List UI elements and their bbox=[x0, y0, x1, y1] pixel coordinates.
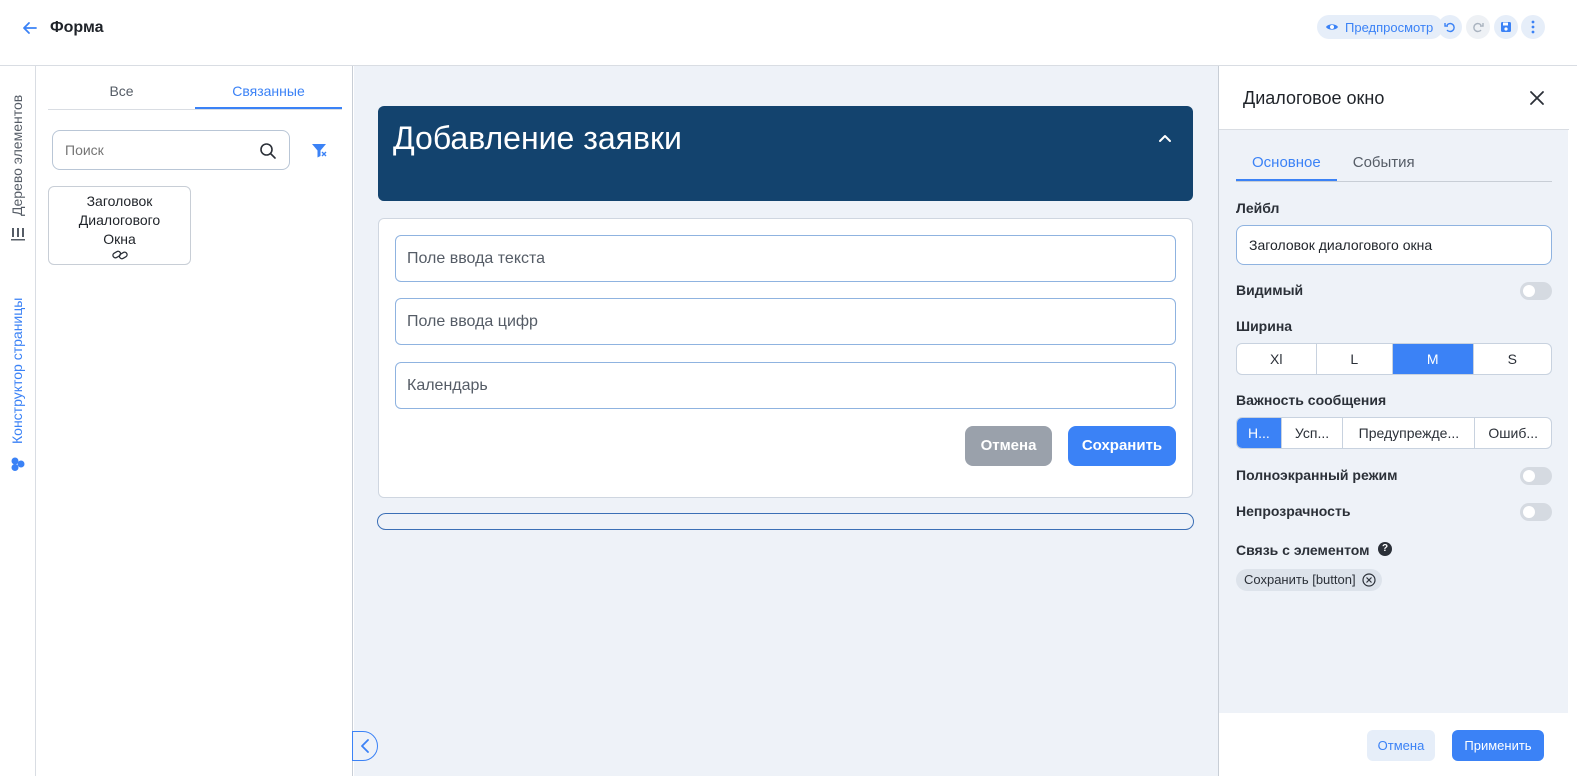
floppy-icon bbox=[1501, 22, 1511, 32]
search-input[interactable] bbox=[65, 142, 245, 158]
linked-element-chip: Сохранить [button] bbox=[1236, 569, 1382, 591]
fullscreen-label: Полноэкранный режим bbox=[1236, 467, 1398, 483]
width-option-xl[interactable]: Xl bbox=[1237, 344, 1317, 374]
element-card-dialog-header[interactable]: Заголовок Диалогового Окна bbox=[48, 186, 191, 265]
search-icon[interactable] bbox=[259, 142, 277, 160]
close-icon[interactable] bbox=[1529, 90, 1545, 106]
redo-button[interactable] bbox=[1466, 15, 1490, 39]
link-label: Связь с элементом bbox=[1236, 542, 1370, 558]
label-input[interactable]: Заголовок диалогового окна bbox=[1236, 225, 1552, 265]
back-arrow-icon[interactable] bbox=[20, 18, 40, 38]
linked-element-label: Сохранить [button] bbox=[1244, 572, 1356, 587]
visible-toggle[interactable] bbox=[1520, 282, 1552, 300]
importance-option-success[interactable]: Усп... bbox=[1282, 418, 1344, 448]
text-input-field[interactable]: Поле ввода текста bbox=[395, 235, 1176, 282]
elements-tabs: Все Связанные bbox=[48, 78, 342, 110]
apply-button[interactable]: Применить bbox=[1452, 730, 1544, 761]
visible-label: Видимый bbox=[1236, 282, 1304, 298]
tab-element-tree[interactable]: Дерево элементов bbox=[9, 95, 25, 216]
properties-header: Диалоговое окно bbox=[1219, 66, 1569, 130]
search-box[interactable] bbox=[52, 130, 290, 170]
importance-option-error[interactable]: Ошиб... bbox=[1475, 418, 1551, 448]
redo-icon bbox=[1473, 22, 1484, 33]
importance-option-warning[interactable]: Предупрежде... bbox=[1343, 418, 1476, 448]
properties-tabs: Основное События bbox=[1236, 150, 1552, 182]
eye-icon bbox=[1326, 24, 1338, 30]
filter-clear-icon[interactable] bbox=[310, 141, 328, 159]
components-icon bbox=[10, 456, 26, 472]
calendar-field[interactable]: Календарь bbox=[395, 362, 1176, 409]
remove-circle-icon[interactable] bbox=[1361, 573, 1376, 587]
save-button[interactable]: Сохранить bbox=[1068, 426, 1176, 466]
save-icon-button[interactable] bbox=[1494, 15, 1518, 39]
tab-page-builder[interactable]: Конструктор страницы bbox=[9, 298, 25, 444]
opacity-toggle[interactable] bbox=[1520, 503, 1552, 521]
dialog-body: Поле ввода текста Поле ввода цифр Календ… bbox=[378, 218, 1193, 498]
elements-panel: Все Связанные Заголовок Диалогового Окна bbox=[36, 66, 353, 776]
chevron-left-icon bbox=[361, 739, 369, 753]
canvas: Добавление заявки Поле ввода текста Поле… bbox=[352, 66, 1218, 776]
width-option-m[interactable]: M bbox=[1393, 344, 1474, 374]
dialog-title: Добавление заявки bbox=[393, 120, 682, 156]
undo-icon bbox=[1444, 22, 1455, 33]
tab-main[interactable]: Основное bbox=[1236, 150, 1337, 181]
width-option-s[interactable]: S bbox=[1474, 344, 1552, 374]
importance-selector: Н... Усп... Предупрежде... Ошиб... bbox=[1236, 417, 1552, 449]
number-input-field[interactable]: Поле ввода цифр bbox=[395, 298, 1176, 345]
more-button[interactable] bbox=[1521, 15, 1545, 39]
importance-option-normal[interactable]: Н... bbox=[1237, 418, 1282, 448]
properties-panel: Диалоговое окно Основное События Лейбл З… bbox=[1218, 66, 1569, 776]
element-card-label: Заголовок Диалогового Окна bbox=[78, 193, 161, 247]
tab-events[interactable]: События bbox=[1337, 150, 1431, 181]
empty-container[interactable] bbox=[377, 513, 1194, 530]
link-icon bbox=[111, 250, 128, 260]
more-vertical-icon bbox=[1531, 20, 1535, 34]
properties-footer: Отмена Применить bbox=[1219, 713, 1569, 776]
label-field-title: Лейбл bbox=[1236, 200, 1280, 216]
dialog-header[interactable]: Добавление заявки bbox=[378, 106, 1193, 201]
importance-label: Важность сообщения bbox=[1236, 392, 1387, 408]
properties-cancel-button[interactable]: Отмена bbox=[1367, 730, 1435, 761]
top-bar: Форма Предпросмотр bbox=[0, 0, 1577, 66]
tab-linked[interactable]: Связанные bbox=[195, 78, 342, 109]
width-selector: Xl L M S bbox=[1236, 343, 1552, 375]
width-label: Ширина bbox=[1236, 318, 1293, 334]
opacity-label: Непрозрачность bbox=[1236, 503, 1351, 519]
collapse-panel-button[interactable] bbox=[352, 731, 378, 761]
tab-all[interactable]: Все bbox=[48, 78, 195, 109]
preview-button[interactable]: Предпросмотр bbox=[1317, 15, 1444, 39]
help-icon[interactable]: ? bbox=[1378, 542, 1392, 556]
preview-label: Предпросмотр bbox=[1345, 19, 1434, 35]
side-rail: Дерево элементов Конструктор страницы bbox=[0, 66, 36, 776]
properties-title: Диалоговое окно bbox=[1243, 88, 1385, 108]
fullscreen-toggle[interactable] bbox=[1520, 467, 1552, 485]
chevron-up-icon[interactable] bbox=[1157, 130, 1173, 146]
page-title: Форма bbox=[50, 19, 104, 36]
cancel-button[interactable]: Отмена bbox=[965, 426, 1052, 466]
width-option-l[interactable]: L bbox=[1317, 344, 1394, 374]
tree-grip-icon bbox=[11, 227, 25, 244]
undo-button[interactable] bbox=[1438, 15, 1462, 39]
